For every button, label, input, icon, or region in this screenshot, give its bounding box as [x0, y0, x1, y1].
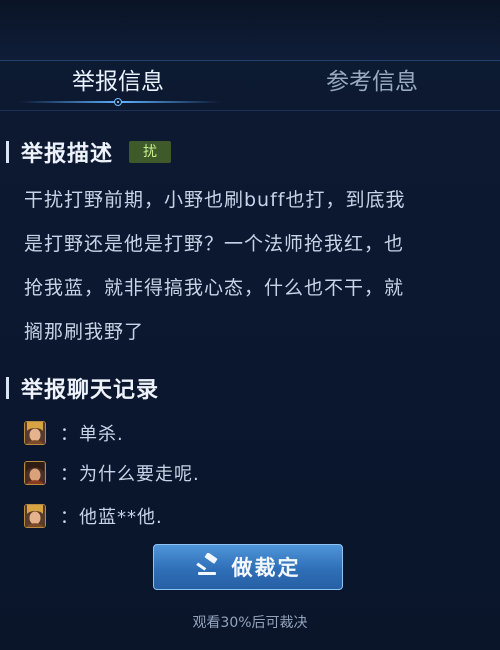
gavel-icon: [195, 552, 222, 581]
chat-record-header: 举报聊天记录: [6, 373, 159, 403]
make-judgment-button[interactable]: 做裁定: [153, 544, 343, 590]
chat-message-text: ：他蓝**他.: [60, 507, 163, 528]
hero-avatar-icon: [24, 504, 46, 528]
chat-message-row: ：他蓝**他.: [24, 503, 163, 529]
tab-report-info[interactable]: 举报信息: [28, 64, 208, 100]
section-bar: [6, 141, 9, 163]
chat-record-title: 举报聊天记录: [21, 378, 160, 403]
description-line: 是打野还是他是打野？一个法师抢我红，也: [24, 233, 405, 255]
tab-reference-info[interactable]: 参考信息: [282, 64, 462, 100]
section-bar: [6, 377, 9, 399]
report-description-title: 举报描述: [21, 142, 114, 167]
description-line: 抢我蓝，就非得搞我心态，什么也不干，就: [24, 277, 405, 299]
hero-avatar-icon: [24, 421, 46, 445]
report-description-header: 举报描述 扰: [6, 137, 172, 167]
chat-message-text: ：为什么要走呢.: [60, 464, 200, 485]
chat-message-text: ：单杀.: [60, 424, 124, 445]
make-judgment-label: 做裁定: [231, 556, 301, 580]
report-type-tag: 扰: [129, 141, 172, 163]
active-tab-indicator: [20, 98, 220, 106]
description-line: 干扰打野前期，小野也刷buff也打，到底我: [24, 189, 406, 211]
chat-message-row: ：单杀.: [24, 420, 124, 446]
watch-requirement-hint: 观看30%后可裁决: [192, 615, 308, 631]
description-line: 搁那刷我野了: [24, 321, 145, 343]
report-description-text: 干扰打野前期，小野也刷buff也打，到底我 是打野还是他是打野？一个法师抢我红，…: [24, 178, 474, 354]
hero-avatar-icon: [24, 461, 46, 485]
chat-message-row: ：为什么要走呢.: [24, 460, 200, 486]
tab-divider: [0, 110, 500, 111]
top-header-strip: [0, 0, 500, 61]
